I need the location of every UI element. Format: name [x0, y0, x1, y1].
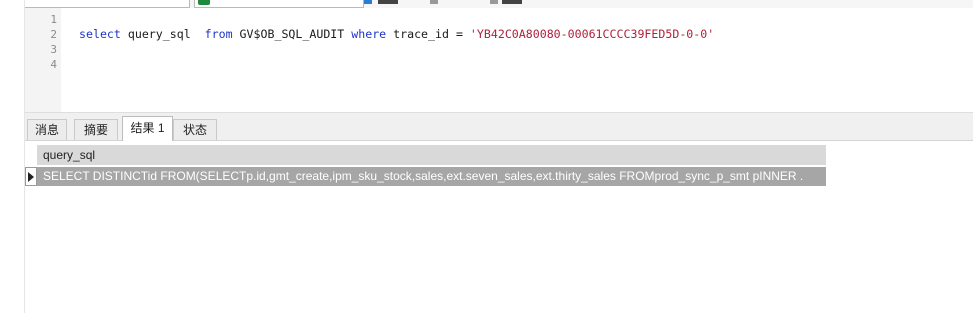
line-number: 3 [50, 43, 57, 56]
line-number: 2 [50, 28, 57, 41]
sql-condition: trace_id = [386, 27, 470, 41]
result-tabs: 消息 摘要 结果 1 状态 [25, 116, 973, 141]
sql-column: query_sql [120, 27, 205, 41]
run-icon[interactable] [364, 0, 372, 4]
tab-result-1[interactable]: 结果 1 [122, 116, 173, 141]
left-panel-edge [0, 0, 24, 313]
sql-code-line[interactable]: select query_sql from GV$OB_SQL_AUDIT wh… [79, 27, 714, 41]
database-selector[interactable] [2, 0, 190, 8]
sql-string-literal: 'YB42C0A80080-00061CCCC39FED5D-0-0' [469, 27, 715, 41]
sql-keyword-where: where [351, 27, 387, 41]
column-header-query-sql[interactable]: query_sql [37, 145, 826, 165]
toolbar [0, 0, 973, 8]
sql-keyword-from: from [204, 27, 233, 41]
tab-summary[interactable]: 摘要 [74, 119, 118, 140]
run-button-fragment[interactable] [378, 0, 398, 4]
line-number: 4 [50, 58, 57, 71]
tab-status[interactable]: 状态 [173, 119, 217, 140]
line-number: 1 [50, 13, 57, 26]
sql-keyword-select: select [79, 27, 121, 41]
explain-icon[interactable] [490, 0, 498, 4]
stop-icon[interactable] [430, 0, 438, 4]
table-cell-query-sql[interactable]: SELECT DISTINCTid FROM(SELECTp.id,gmt_cr… [37, 167, 826, 186]
sql-editor[interactable]: 1 2 3 4 select query_sql from GV$OB_SQL_… [25, 8, 973, 112]
sql-table: GV$OB_SQL_AUDIT [232, 27, 352, 41]
tab-messages[interactable]: 消息 [27, 119, 67, 140]
current-row-arrow-icon [28, 172, 34, 182]
explain-button-fragment[interactable] [502, 0, 522, 4]
schema-selector[interactable] [194, 0, 364, 8]
line-number-gutter: 1 2 3 4 [25, 8, 61, 112]
schema-icon [198, 0, 210, 5]
result-grid[interactable]: query_sql SELECT DISTINCTid FROM(SELECTp… [25, 141, 973, 313]
